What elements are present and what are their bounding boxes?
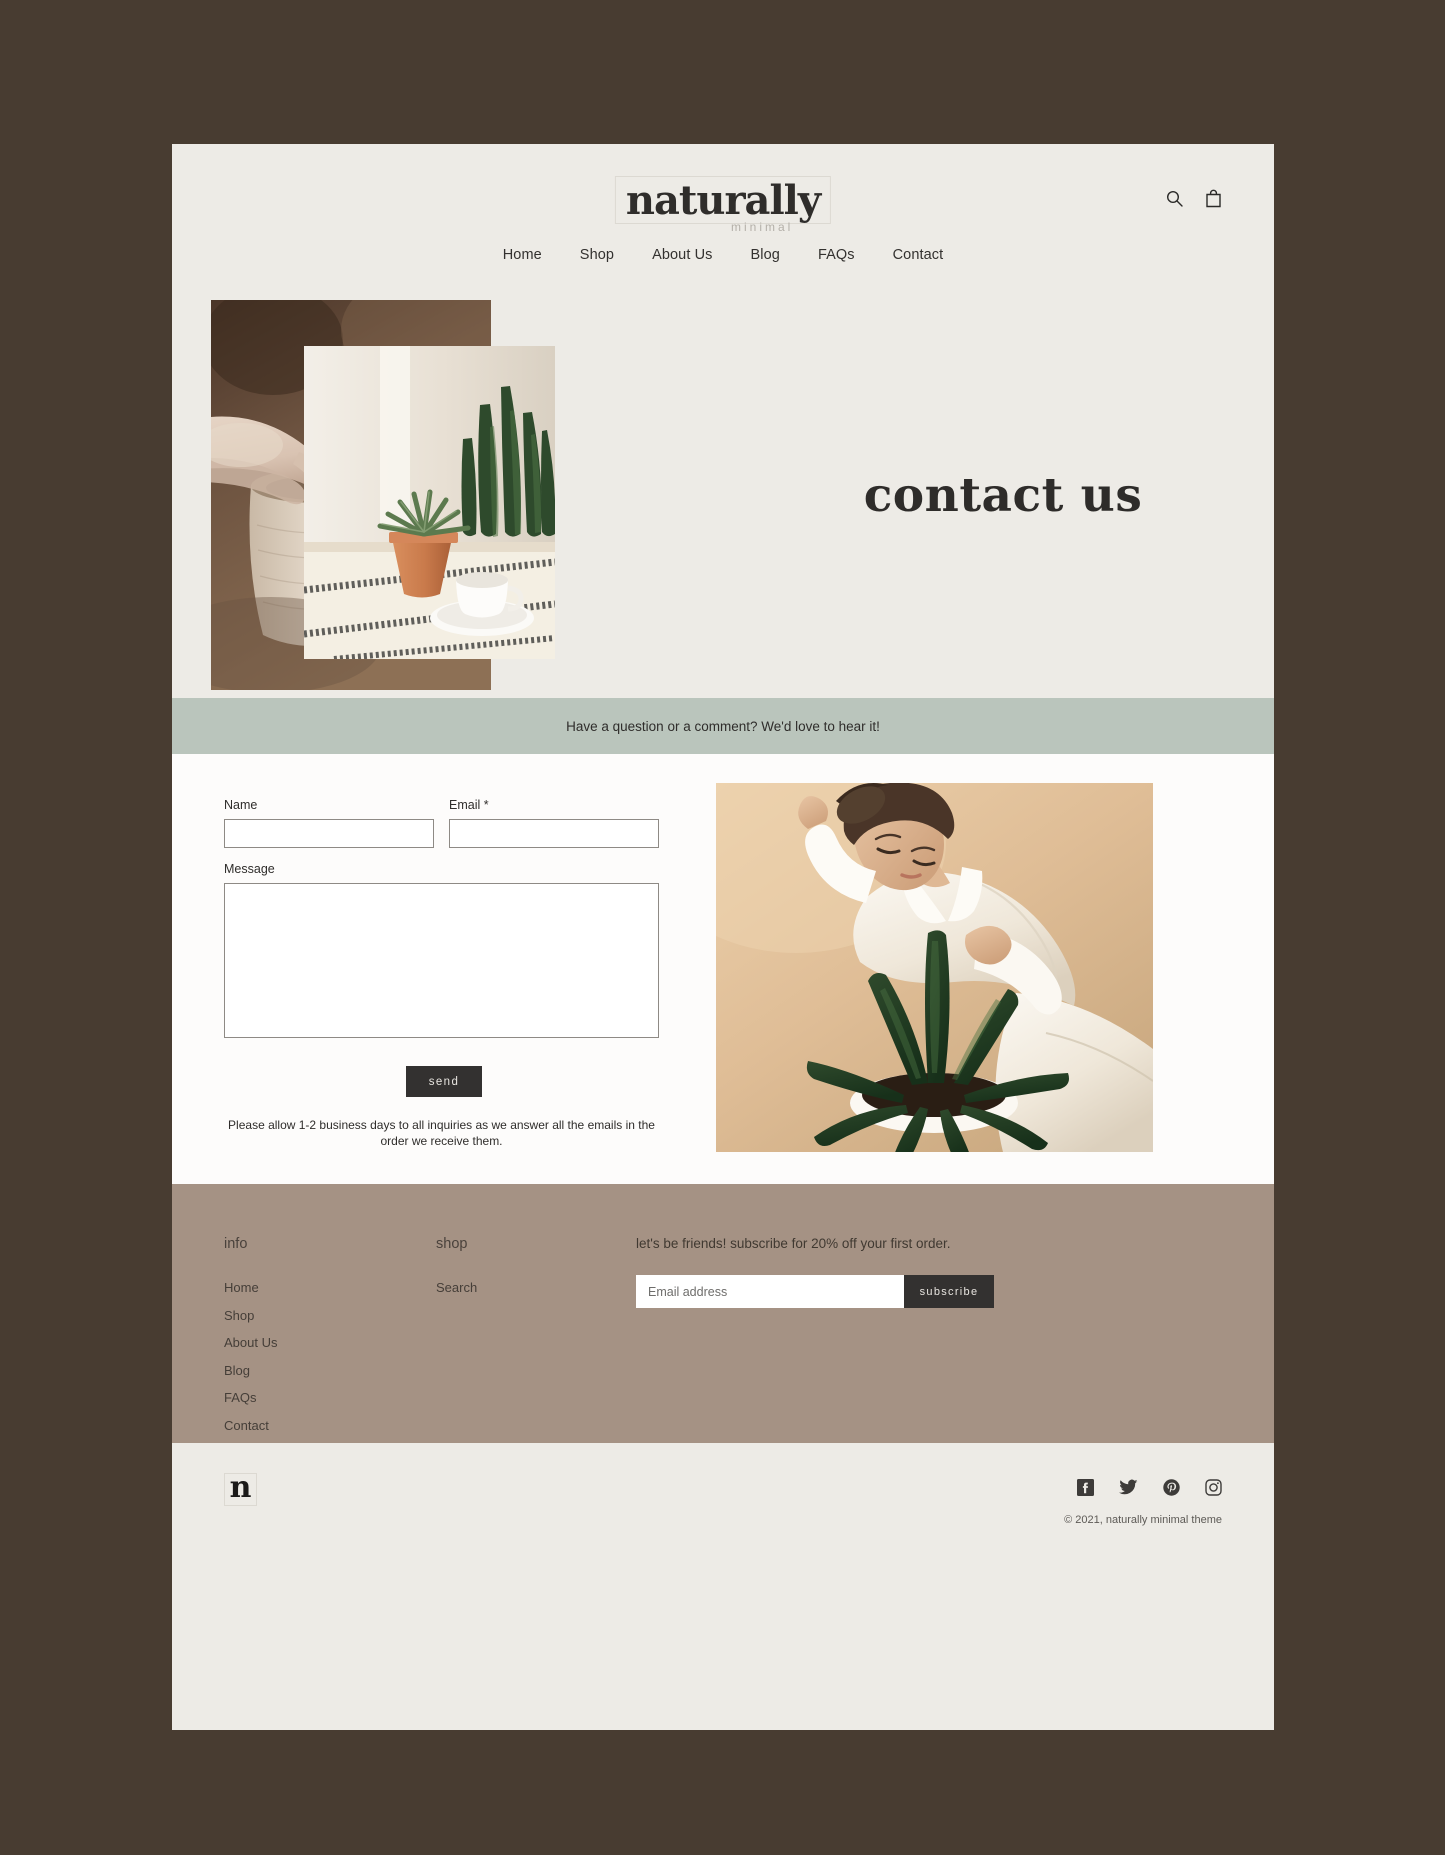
send-button[interactable]: send	[406, 1066, 482, 1097]
footer-link-shop[interactable]: Shop	[224, 1308, 436, 1323]
nav-item-shop[interactable]: Shop	[580, 247, 614, 263]
newsletter-text: let's be friends! subscribe for 20% off …	[636, 1236, 951, 1251]
logo-subtitle: minimal	[731, 220, 794, 234]
search-icon[interactable]	[1166, 190, 1183, 207]
footer-link-blog[interactable]: Blog	[224, 1363, 436, 1378]
footer-shop-heading: shop	[436, 1236, 468, 1252]
facebook-icon[interactable]	[1077, 1479, 1094, 1496]
announcement-banner: Have a question or a comment? We'd love …	[172, 698, 1274, 754]
footer-link-contact[interactable]: Contact	[224, 1418, 436, 1433]
main-navigation: Home Shop About Us Blog FAQs Contact	[172, 247, 1274, 263]
page-title: contact us	[863, 467, 1143, 523]
social-links	[1077, 1479, 1222, 1496]
nav-item-faqs[interactable]: FAQs	[818, 247, 855, 263]
message-textarea[interactable]	[224, 883, 659, 1038]
name-field-group: Name	[224, 798, 434, 848]
contact-form: Name Email * Message send Please allow 1…	[224, 782, 664, 1184]
footer-logo-mark[interactable]: n	[224, 1472, 257, 1506]
send-button-wrap: send	[224, 1066, 664, 1097]
site-header: naturally minimal Home Shop About Us Blo…	[172, 144, 1274, 292]
form-row-name-email: Name Email *	[224, 798, 664, 848]
name-label: Name	[224, 798, 258, 812]
contact-section: Name Email * Message send Please allow 1…	[172, 754, 1274, 1184]
logo-box: naturally	[614, 176, 832, 224]
footer-info-heading: info	[224, 1236, 248, 1252]
hero-section: contact us	[172, 292, 1274, 698]
newsletter-form: subscribe	[636, 1275, 1222, 1308]
site-page: naturally minimal Home Shop About Us Blo…	[172, 144, 1274, 1730]
logo-wordmark: naturally	[625, 177, 821, 224]
footer-link-search[interactable]: Search	[436, 1280, 636, 1295]
footer-link-about-us[interactable]: About Us	[224, 1335, 436, 1350]
name-input[interactable]	[224, 819, 434, 848]
subscribe-button[interactable]: subscribe	[904, 1275, 994, 1308]
footer-column-info: info Home Shop About Us Blog FAQs Contac…	[224, 1236, 436, 1443]
email-input[interactable]	[449, 819, 659, 848]
instagram-icon[interactable]	[1205, 1479, 1222, 1496]
footer-column-newsletter: let's be friends! subscribe for 20% off …	[636, 1236, 1222, 1443]
newsletter-email-input[interactable]	[636, 1275, 904, 1308]
nav-item-home[interactable]: Home	[503, 247, 542, 263]
nav-item-blog[interactable]: Blog	[751, 247, 780, 263]
footer-column-shop: shop Search	[436, 1236, 636, 1443]
site-footer: info Home Shop About Us Blog FAQs Contac…	[172, 1184, 1274, 1443]
email-field-group: Email *	[449, 798, 659, 848]
contact-photo	[716, 783, 1153, 1152]
pinterest-icon[interactable]	[1163, 1479, 1180, 1496]
twitter-icon[interactable]	[1119, 1479, 1138, 1496]
form-note: Please allow 1-2 business days to all in…	[228, 1118, 655, 1149]
nav-item-about-us[interactable]: About Us	[652, 247, 712, 263]
announcement-banner-text: Have a question or a comment? We'd love …	[566, 718, 880, 734]
hero-plant-cup-image	[304, 346, 555, 659]
shopping-bag-icon[interactable]	[1205, 189, 1222, 208]
nav-item-contact[interactable]: Contact	[893, 247, 944, 263]
message-label: Message	[224, 862, 275, 876]
copyright-text: © 2021, naturally minimal theme	[1064, 1514, 1222, 1526]
email-label: Email *	[449, 798, 489, 812]
footer-link-home[interactable]: Home	[224, 1280, 436, 1295]
header-icon-group	[1166, 189, 1222, 208]
bottom-bar: n © 2021, naturally minimal theme	[172, 1443, 1274, 1560]
site-logo[interactable]: naturally minimal	[614, 176, 832, 234]
message-field-group: Message	[224, 862, 659, 1038]
footer-link-faqs[interactable]: FAQs	[224, 1390, 436, 1405]
